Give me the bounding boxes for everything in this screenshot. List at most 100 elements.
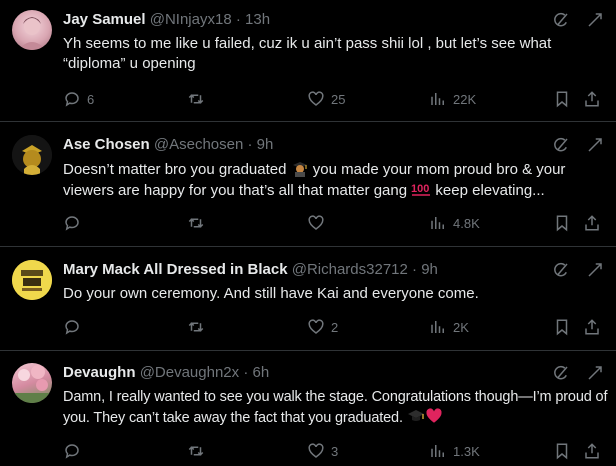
reply-tweet-3[interactable]: Mary Mack All Dressed in Black @Richards… [0,247,616,351]
more-icon[interactable] [586,364,604,382]
display-name[interactable]: Jay Samuel [63,11,146,28]
repost-button[interactable] [187,317,211,337]
like-button[interactable]: 25 [307,89,345,109]
svg-text:100: 100 [411,183,429,195]
repost-icon [188,322,204,332]
separator-dot: · [235,11,241,28]
tweet-text: Do your own ceremony. And still have Kai… [63,285,479,302]
reply-button[interactable] [63,441,87,461]
share-icon [585,91,599,107]
separator-dot: · [412,261,418,278]
share-button[interactable] [583,317,601,337]
views-icon [431,445,444,457]
view-count: 4.8K [453,215,480,231]
reply-tweet-1[interactable]: Jay Samuel @NInjayx18 · 13h Yh seems to … [0,0,616,122]
more-icon[interactable] [586,261,604,279]
bookmark-button[interactable] [553,317,571,337]
user-handle[interactable]: @Richards32712 [292,261,408,278]
grok-icon[interactable] [552,364,570,382]
repost-icon [188,446,204,456]
reply-icon [65,92,79,107]
avatar[interactable] [12,260,52,300]
avatar[interactable] [12,363,52,403]
grok-icon[interactable] [552,136,570,154]
share-button[interactable] [583,213,601,233]
reply-button[interactable] [63,213,87,233]
timestamp[interactable]: 6h [253,364,270,381]
view-count: 1.3K [453,443,480,459]
like-button[interactable]: 3 [307,441,338,461]
user-handle[interactable]: @NInjayx18 [150,11,232,28]
bookmark-button[interactable] [553,441,571,461]
reply-button[interactable]: 6 [63,89,94,109]
more-icon[interactable] [586,11,604,29]
reply-count: 6 [87,91,95,107]
reply-icon [65,444,79,459]
like-icon [308,319,324,334]
timestamp[interactable]: 9h [257,136,274,153]
bookmark-icon [556,319,568,336]
separator-dot: · [243,364,249,381]
share-button[interactable] [583,89,601,109]
tweet-header: Ase Chosen @Asechosen · 9h [63,135,273,155]
reply-tweet-4[interactable]: Devaughn @Devaughn2x · 6h Damn, I really… [0,351,616,466]
display-name[interactable]: Ase Chosen [63,136,150,153]
timestamp[interactable]: 9h [421,261,438,278]
repost-button[interactable] [187,213,211,233]
views-button[interactable]: 2K [429,317,469,337]
tweet-header: Devaughn @Devaughn2x · 6h [63,363,269,383]
views-button[interactable]: 4.8K [429,213,480,233]
like-count: 3 [331,443,339,459]
repost-icon [188,218,204,228]
views-button[interactable]: 1.3K [429,441,480,461]
repost-button[interactable] [187,441,211,461]
share-icon [585,443,599,459]
share-button[interactable] [583,441,601,461]
share-icon [585,319,599,335]
hundred-emoji-icon: 100 [411,183,431,196]
repost-button[interactable] [187,89,211,109]
more-icon[interactable] [586,136,604,154]
action-bar: 6 25 22K [63,89,608,109]
bookmark-icon [556,91,568,108]
like-count: 2 [331,319,339,335]
tweet-text: Doesn’t matter bro you graduated you mad… [63,159,608,201]
tweet-text-part: keep elevating... [431,182,545,199]
display-name[interactable]: Devaughn [63,364,136,381]
views-icon [431,93,444,105]
views-icon [431,321,444,333]
grok-icon[interactable] [552,261,570,279]
bookmark-button[interactable] [553,89,571,109]
avatar[interactable] [12,10,52,50]
like-icon [308,443,324,458]
user-handle[interactable]: @Devaughn2x [140,364,239,381]
repost-icon [188,94,204,104]
user-handle[interactable]: @Asechosen [154,136,243,153]
grok-icon[interactable] [552,11,570,29]
avatar[interactable] [12,135,52,175]
reply-tweet-2[interactable]: Ase Chosen @Asechosen · 9h Doesn’t matte… [0,122,616,247]
tweet-text: Yh seems to me like u failed, cuz ik u a… [63,35,552,72]
graduate-emoji-icon [292,162,307,177]
bookmark-button[interactable] [553,213,571,233]
bookmark-icon [556,215,568,232]
separator-dot: · [247,136,253,153]
tweet-header: Mary Mack All Dressed in Black @Richards… [63,260,438,280]
like-icon [308,91,324,106]
tweet-text-part: Damn, I really wanted to see you walk th… [63,389,608,426]
views-button[interactable]: 22K [429,89,476,109]
grad-cap-emoji-icon [407,410,424,421]
tweet-text: Damn, I really wanted to see you walk th… [63,387,608,428]
red-heart-emoji-icon [426,408,442,423]
like-count: 25 [331,91,346,107]
like-icon [308,215,324,230]
tweet-text-part: Doesn’t matter bro you graduated [63,161,291,178]
reply-feed: Jay Samuel @NInjayx18 · 13h Yh seems to … [0,0,616,466]
display-name[interactable]: Mary Mack All Dressed in Black [63,261,288,278]
reply-icon [65,320,79,335]
action-bar: 3 1.3K [63,441,608,461]
reply-button[interactable] [63,317,87,337]
like-button[interactable] [307,213,331,233]
like-button[interactable]: 2 [307,317,338,337]
timestamp[interactable]: 13h [245,11,270,28]
